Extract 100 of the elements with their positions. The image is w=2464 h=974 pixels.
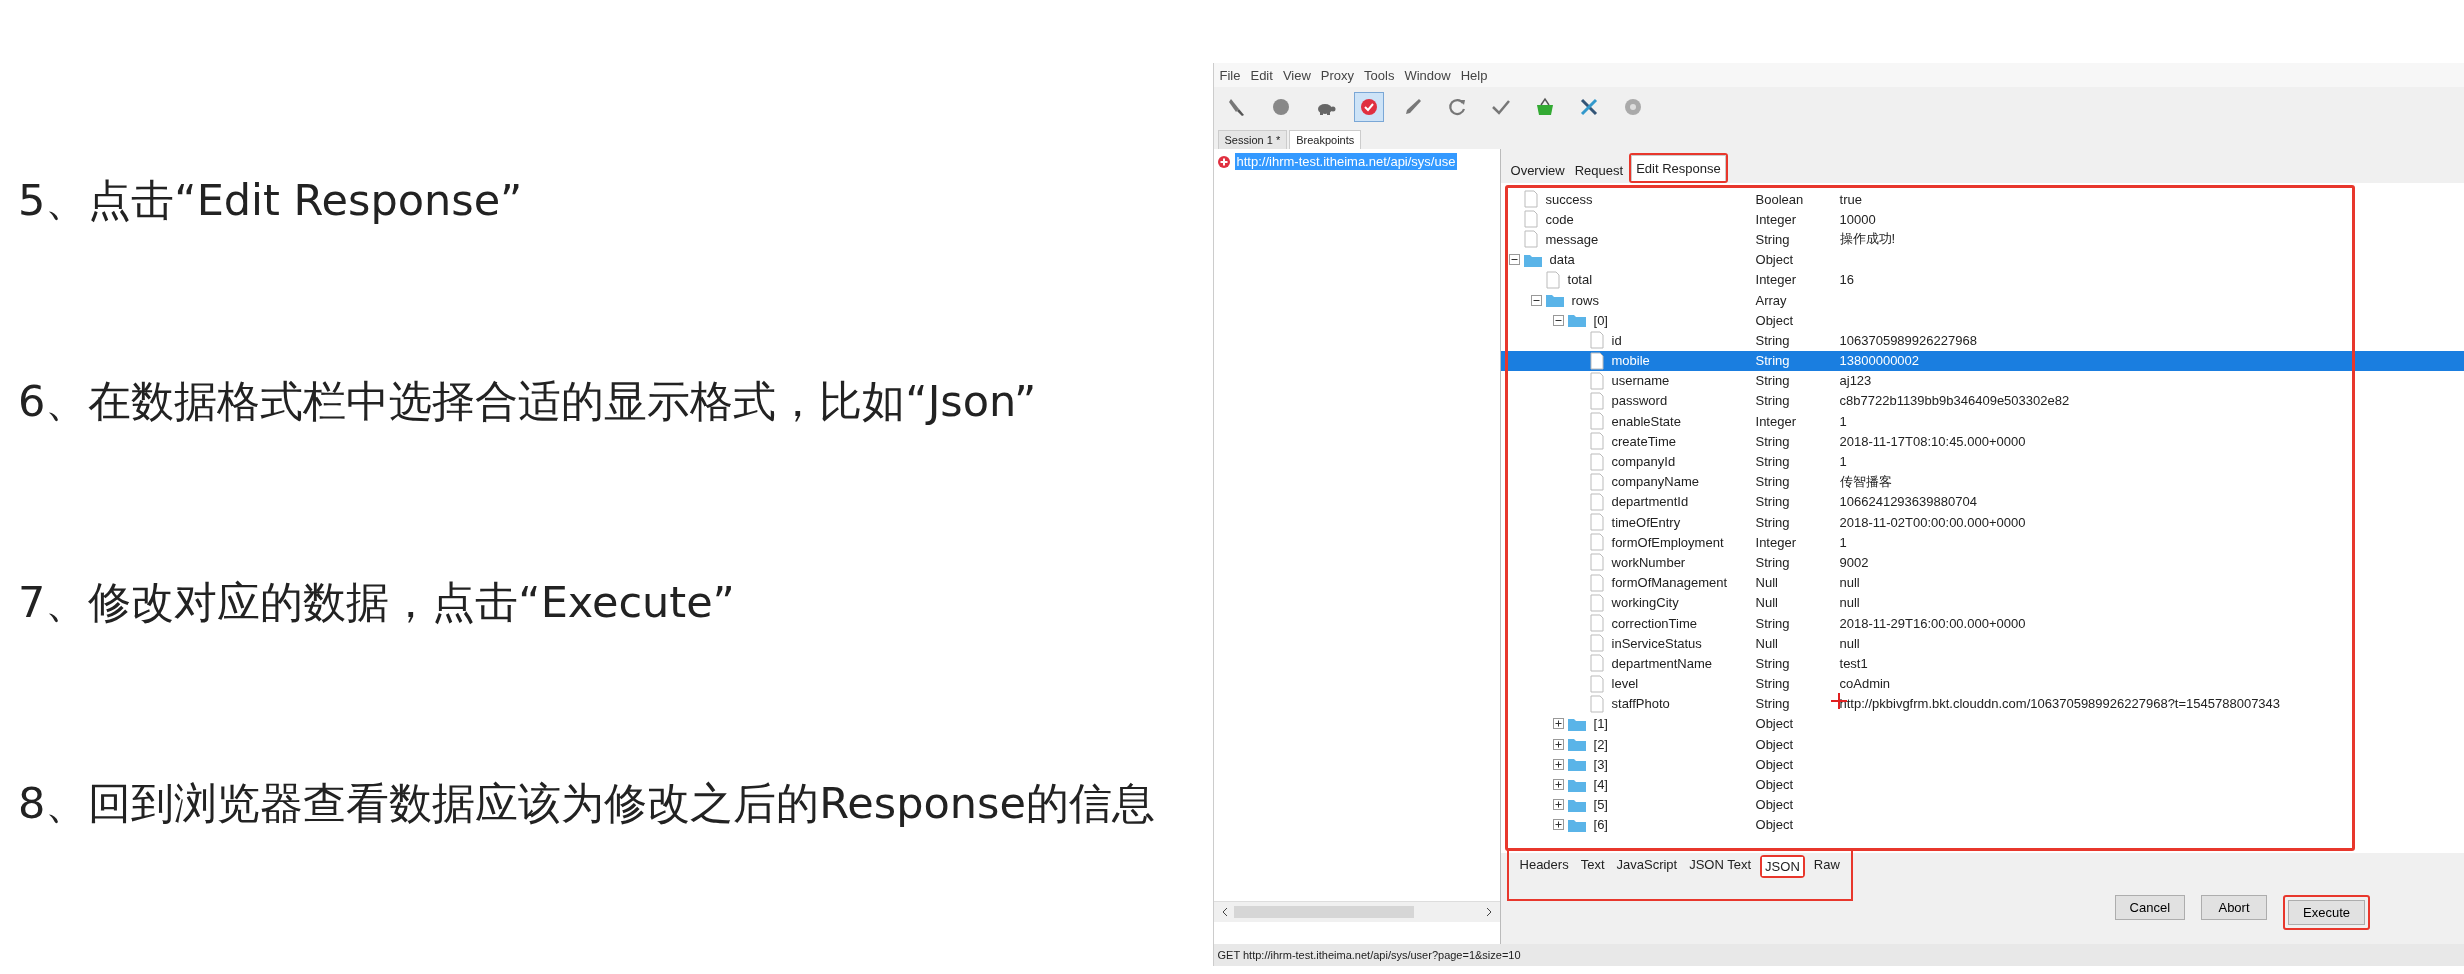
- type-cell-text: Integer: [1755, 211, 1797, 227]
- file-icon: [1588, 573, 1605, 592]
- folder-icon: [1544, 292, 1565, 309]
- key-name: [2]: [1593, 736, 1608, 752]
- tree-row[interactable]: departmentId String 1066241293639880704: [1500, 491, 2464, 512]
- tree-row[interactable]: staffPhoto String http://pkbivgfrm.bkt.clouddn.com/1063705989926227968?t=1545788007343: [1500, 693, 2464, 714]
- expand-icon[interactable]: [1552, 819, 1564, 831]
- file-icon: [1588, 472, 1605, 491]
- tree-row[interactable]: companyId String 1: [1500, 451, 2464, 472]
- tree-row[interactable]: formOfEmployment Integer 1: [1500, 532, 2464, 553]
- format-tab[interactable]: Raw: [1810, 855, 1843, 874]
- tree-row[interactable]: level String coAdmin: [1500, 673, 2464, 694]
- file-icon: [1588, 513, 1605, 532]
- tree-row[interactable]: password String c8b7722b1139bb9b346409e503302e82: [1500, 390, 2464, 412]
- type-cell-text: Null: [1755, 575, 1779, 591]
- format-tab[interactable]: JSON Text: [1686, 855, 1755, 874]
- breakpoint-icon[interactable]: [1353, 92, 1384, 122]
- format-tab[interactable]: Headers: [1516, 855, 1572, 874]
- expand-icon[interactable]: [1552, 779, 1564, 791]
- collapse-icon[interactable]: [1530, 294, 1542, 306]
- tree-row[interactable]: [5] Object: [1500, 794, 2464, 815]
- expand-icon[interactable]: [1552, 738, 1564, 750]
- key-name: success: [1545, 191, 1593, 207]
- key-name: password: [1611, 393, 1668, 409]
- type-cell-text: Object: [1755, 797, 1795, 813]
- session-tab[interactable]: Breakpoints: [1289, 130, 1362, 149]
- tree-row[interactable]: rows Array: [1500, 289, 2464, 311]
- collapse-icon[interactable]: [1508, 254, 1520, 266]
- tree-row[interactable]: departmentName String test1: [1500, 653, 2464, 674]
- tree-row[interactable]: username String aj123: [1500, 370, 2464, 391]
- value-cell: coAdmin: [1839, 676, 1891, 692]
- value-cell: 1: [1839, 454, 1847, 470]
- tree-row[interactable]: [2] Object: [1500, 734, 2464, 755]
- format-tab[interactable]: JavaScript: [1613, 855, 1681, 874]
- type-cell-text: String: [1755, 494, 1791, 510]
- value-cell: true: [1839, 191, 1862, 207]
- key-name: workingCity: [1611, 595, 1679, 611]
- tree-row[interactable]: correctionTime String 2018-11-29T16:00:00.000+0000: [1500, 612, 2464, 634]
- tree-row[interactable]: companyName String 传智播客: [1500, 471, 2464, 492]
- file-icon: [1588, 412, 1605, 431]
- tree-row[interactable]: [1] Object: [1500, 713, 2464, 735]
- expand-icon[interactable]: [1552, 758, 1564, 770]
- key-name: staffPhoto: [1611, 696, 1670, 712]
- format-tab[interactable]: Text: [1577, 855, 1608, 874]
- key-name: companyId: [1611, 454, 1676, 470]
- tree-row[interactable]: data Object: [1500, 249, 2464, 270]
- tree-row[interactable]: enableState Integer 1: [1500, 411, 2464, 432]
- value-cell: 16: [1839, 272, 1854, 288]
- type-cell-text: Object: [1755, 716, 1795, 732]
- expand-icon[interactable]: [1552, 718, 1564, 730]
- value-cell: http://pkbivgfrm.bkt.clouddn.com/1063705989926227968?t=1545788007343: [1839, 696, 2281, 712]
- type-cell-text: Integer: [1755, 413, 1797, 429]
- tree-row[interactable]: total Integer 16: [1500, 269, 2464, 290]
- value-cell: 9002: [1839, 554, 1869, 570]
- tree-row[interactable]: createTime String 2018-11-17T08:10:45.000+0000: [1500, 431, 2464, 452]
- key-name: companyName: [1611, 474, 1699, 490]
- tab[interactable]: Overview: [1506, 158, 1569, 183]
- type-cell-text: String: [1755, 554, 1791, 570]
- key-name: formOfEmployment: [1611, 534, 1724, 550]
- menu-item[interactable]: Help: [1460, 67, 1488, 83]
- type-cell-text: String: [1755, 231, 1791, 247]
- key-name: [6]: [1593, 817, 1608, 833]
- tree-row[interactable]: code Integer 10000: [1500, 209, 2464, 230]
- session-tab[interactable]: Session 1 *: [1217, 130, 1288, 149]
- expand-icon[interactable]: [1552, 799, 1564, 811]
- action-button[interactable]: Execute: [2288, 900, 2365, 925]
- menu-item[interactable]: Edit: [1250, 67, 1273, 83]
- tree-row[interactable]: workNumber String 9002: [1500, 552, 2464, 573]
- key-name: enableState: [1611, 413, 1681, 429]
- tab[interactable]: Request: [1570, 158, 1628, 183]
- menu-item[interactable]: Window: [1404, 67, 1451, 83]
- type-cell-text: Null: [1755, 595, 1779, 611]
- tree-row[interactable]: [6] Object: [1500, 814, 2464, 835]
- tree-row[interactable]: workingCity Null null: [1500, 592, 2464, 613]
- tree-row[interactable]: [0] Object: [1500, 310, 2464, 331]
- tree-row[interactable]: [4] Object: [1500, 774, 2464, 795]
- collapse-icon[interactable]: [1552, 314, 1564, 326]
- tree-row[interactable]: success Boolean true: [1500, 189, 2464, 210]
- key-name: [5]: [1593, 797, 1608, 813]
- tree-row[interactable]: inServiceStatus Null null: [1500, 633, 2464, 654]
- menu-item[interactable]: Proxy: [1320, 67, 1355, 83]
- menu-item[interactable]: Tools: [1364, 67, 1395, 83]
- step-text: 5、点击“Edit Response”: [18, 174, 524, 227]
- action-button[interactable]: Cancel: [2114, 895, 2185, 920]
- format-tab[interactable]: JSON: [1762, 857, 1803, 876]
- menu-item[interactable]: File: [1219, 67, 1241, 83]
- tree-row[interactable]: mobile String 13800000002: [1500, 350, 2464, 371]
- action-button[interactable]: Abort: [2201, 895, 2267, 920]
- type-cell-text: Object: [1755, 756, 1795, 772]
- file-icon: [1588, 351, 1605, 370]
- tree-row[interactable]: id String 1063705989926227968: [1500, 330, 2464, 351]
- tree-row[interactable]: message String 操作成功!: [1500, 229, 2464, 250]
- menu-item[interactable]: View: [1282, 67, 1311, 83]
- tab[interactable]: Edit Response: [1631, 155, 1726, 181]
- horizontal-scrollbar[interactable]: [1213, 901, 1500, 922]
- tree-row[interactable]: formOfManagement Null null: [1500, 572, 2464, 593]
- type-cell-text: Boolean: [1755, 191, 1805, 207]
- tree-row[interactable]: timeOfEntry String 2018-11-02T00:00:00.000+0000: [1500, 512, 2464, 533]
- tree-row[interactable]: [3] Object: [1500, 754, 2464, 775]
- type-cell-text: Array: [1755, 292, 1788, 308]
